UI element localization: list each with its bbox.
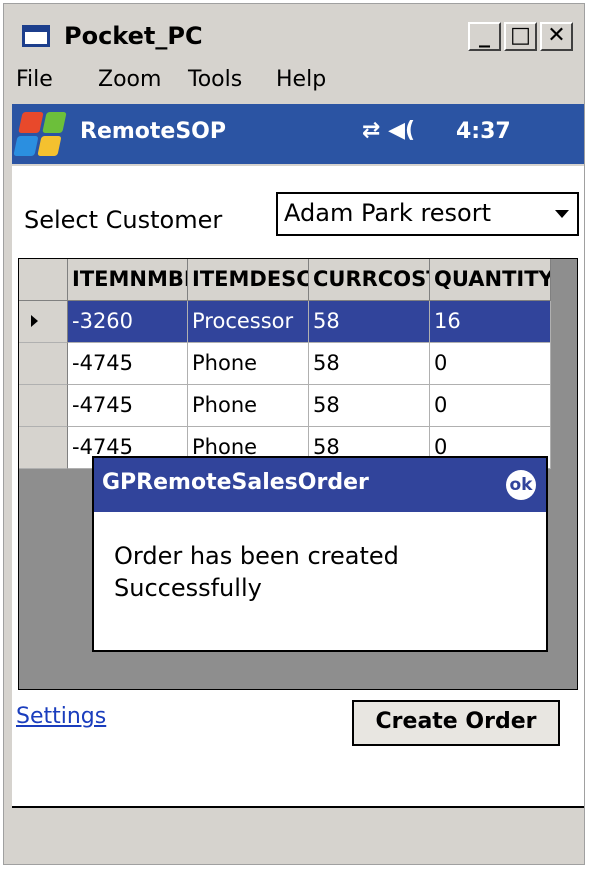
dialog-titlebar: GPRemoteSalesOrder ok (94, 458, 546, 512)
chevron-down-icon (555, 210, 569, 218)
menu-help[interactable]: Help (276, 67, 326, 92)
customer-dropdown-value: Adam Park resort (284, 199, 492, 227)
start-icon-square (18, 112, 44, 133)
soft-key-bar (12, 808, 584, 860)
row-header[interactable] (19, 301, 68, 343)
cell-currcost[interactable]: 58 (309, 385, 430, 427)
row-header[interactable] (19, 427, 68, 469)
create-order-button[interactable]: Create Order (352, 700, 560, 746)
cell-itemnmbr[interactable]: -3260 (68, 301, 188, 343)
window-titlebar: Pocket_PC _ □ ✕ (12, 12, 584, 58)
window-app-icon (22, 25, 50, 47)
cell-itemdesc[interactable]: Phone (188, 343, 309, 385)
windows-start-icon[interactable] (13, 112, 67, 156)
clock[interactable]: 4:37 (456, 119, 511, 144)
cell-itemnmbr[interactable]: -4745 (68, 343, 188, 385)
minimize-button[interactable]: _ (468, 22, 501, 51)
select-customer-label: Select Customer (24, 206, 223, 234)
window-title: Pocket_PC (64, 22, 203, 50)
column-header-itemdesc[interactable]: ITEMDESC (188, 259, 309, 301)
grid-corner (19, 259, 68, 301)
customer-dropdown[interactable]: Adam Park resort (276, 192, 579, 236)
start-icon-square (36, 135, 62, 156)
cell-itemdesc[interactable]: Phone (188, 385, 309, 427)
menu-zoom[interactable]: Zoom (98, 67, 161, 92)
app-title: RemoteSOP (80, 119, 227, 144)
cell-quantity[interactable]: 0 (430, 343, 551, 385)
dialog-title: GPRemoteSalesOrder (102, 470, 369, 495)
close-button[interactable]: ✕ (540, 22, 573, 51)
start-icon-square (13, 135, 39, 156)
start-icon-square (41, 112, 67, 133)
column-header-itemnmbr[interactable]: ITEMNMBR (68, 259, 188, 301)
ok-button[interactable]: ok (506, 470, 536, 500)
column-header-currcost[interactable]: CURRCOST (309, 259, 430, 301)
settings-link[interactable]: Settings (16, 704, 106, 729)
cell-currcost[interactable]: 58 (309, 301, 430, 343)
message-dialog: GPRemoteSalesOrder ok Order has been cre… (92, 456, 548, 652)
cell-quantity[interactable]: 0 (430, 385, 551, 427)
menu-file[interactable]: File (16, 67, 53, 92)
pocketpc-navbar: RemoteSOP ⇄ ◀( 4:37 (12, 104, 584, 164)
connectivity-volume-icon[interactable]: ⇄ ◀( (362, 118, 415, 143)
column-header-quantity[interactable]: QUANTITY (430, 259, 551, 301)
cell-currcost[interactable]: 58 (309, 343, 430, 385)
row-header[interactable] (19, 385, 68, 427)
menu-tools[interactable]: Tools (188, 67, 242, 92)
row-pointer-icon (31, 315, 38, 327)
maximize-button[interactable]: □ (504, 22, 537, 51)
client-area: Select Customer Adam Park resort ITEMNMB… (12, 166, 584, 806)
cell-itemnmbr[interactable]: -4745 (68, 385, 188, 427)
cell-itemdesc[interactable]: Processor (188, 301, 309, 343)
cell-quantity[interactable]: 16 (430, 301, 551, 343)
row-header[interactable] (19, 343, 68, 385)
dialog-message: Order has been created Successfully (114, 542, 399, 602)
